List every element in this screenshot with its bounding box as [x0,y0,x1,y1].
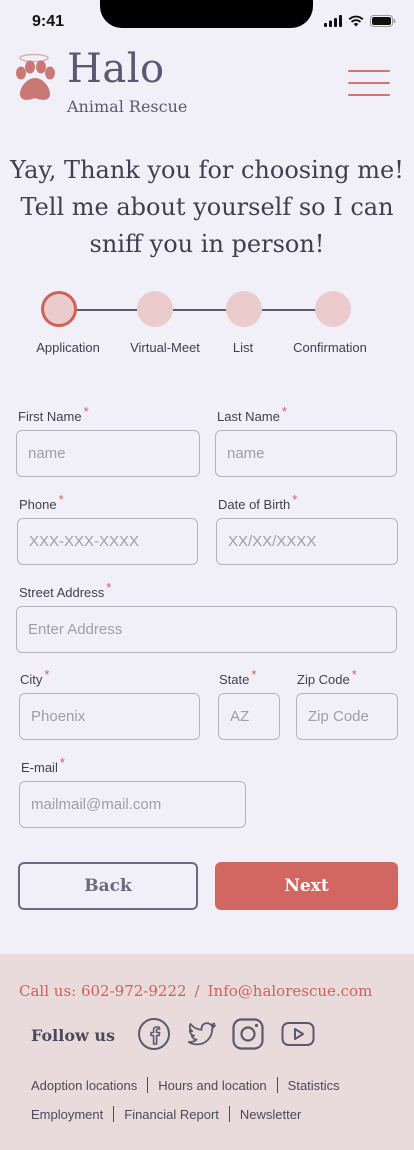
stepper-connector [77,309,137,311]
footer-link-statistics[interactable]: Statistics [288,1078,340,1093]
required-mark: * [59,755,65,770]
status-bar: 9:41 [0,0,414,44]
required-mark: * [106,580,112,595]
dob-label-text: Date of Birth [218,497,291,512]
street-address-input[interactable] [16,606,397,653]
link-divider [228,1106,230,1122]
step-label-application: Application [36,340,100,355]
date-of-birth-input[interactable] [216,518,398,565]
last-name-label-text: Last Name [217,409,280,424]
step-dot-list[interactable] [226,291,262,327]
step-dot-application[interactable] [41,291,77,327]
first-name-input[interactable] [16,430,200,477]
status-icons [324,15,396,27]
footer-phone-link[interactable]: Call us: 602-972-9222 [19,982,187,1000]
step-label-list: List [232,340,254,355]
brand-name: Halo [67,46,165,92]
step-dot-virtual-meet[interactable] [137,291,173,327]
site-footer: Call us: 602-972-9222 / Info@halorescue.co… [0,954,414,1150]
email-input[interactable] [19,781,246,828]
link-divider [147,1077,149,1093]
last-name-label: Last Name * [217,404,287,424]
city-label-text: City [20,672,43,687]
required-mark: * [351,667,357,682]
phone-input[interactable] [17,518,198,565]
dob-label: Date of Birth * [218,492,297,512]
footer-link-hours-and-location[interactable]: Hours and location [158,1078,266,1093]
state-input[interactable] [218,693,280,740]
footer-email-link[interactable]: Info@halorescue.com [208,982,373,1000]
device-notch [100,0,313,28]
last-name-input[interactable] [215,430,397,477]
hamburger-menu-icon[interactable] [348,70,390,96]
required-mark: * [44,667,50,682]
signal-icon [324,15,342,27]
required-mark: * [292,492,298,507]
footer-links-row-1: Adoption locations Hours and location St… [31,1077,340,1093]
page-headline: Yay, Thank you for choosing me! Tell me … [10,156,404,258]
step-label-virtual-meet: Virtual-Meet [130,340,200,355]
status-time: 9:41 [32,13,65,30]
email-label-text: E-mail [21,760,58,775]
zip-label-text: Zip Code [297,672,350,687]
required-mark: * [281,404,287,419]
footer-link-newsletter[interactable]: Newsletter [240,1107,301,1122]
phone-label: Phone * [19,492,64,512]
state-label: State * [219,667,256,687]
brand-subtitle: Animal Rescue [67,97,188,116]
state-label-text: State [219,672,250,687]
link-divider [113,1106,115,1122]
footer-link-adoption-locations[interactable]: Adoption locations [31,1078,137,1093]
link-divider [276,1077,278,1093]
stepper-connector [262,309,317,311]
paw-logo-icon[interactable] [8,52,64,108]
required-mark: * [251,667,257,682]
next-button[interactable]: Next [215,862,398,910]
wifi-icon [348,15,364,27]
footer-contact-separator: / [194,982,200,1000]
instagram-icon[interactable] [231,1017,265,1051]
required-mark: * [83,404,89,419]
step-dot-confirmation[interactable] [315,291,351,327]
first-name-label: First Name * [18,404,89,424]
footer-link-employment[interactable]: Employment [31,1107,103,1122]
facebook-icon[interactable] [137,1017,171,1051]
phone-label-text: Phone [19,497,57,512]
footer-contact: Call us: 602-972-9222 / Info@halorescue.co… [19,982,372,1000]
footer-links-row-2: Employment Financial Report Newsletter [31,1106,301,1122]
zip-code-input[interactable] [296,693,398,740]
email-label: E-mail * [21,755,65,775]
street-label: Street Address * [19,580,111,600]
twitter-icon[interactable] [185,1017,219,1051]
back-button[interactable]: Back [18,862,198,910]
stepper-connector [173,309,228,311]
zip-label: Zip Code * [297,667,357,687]
footer-link-financial-report[interactable]: Financial Report [124,1107,219,1122]
street-label-text: Street Address [19,585,105,600]
step-label-confirmation: Confirmation [293,340,367,355]
required-mark: * [58,492,64,507]
first-name-label-text: First Name [18,409,82,424]
battery-icon [370,15,396,27]
follow-us-label: Follow us [31,1026,115,1045]
city-input[interactable] [19,693,200,740]
city-label: City * [20,667,49,687]
youtube-icon[interactable] [281,1017,315,1051]
